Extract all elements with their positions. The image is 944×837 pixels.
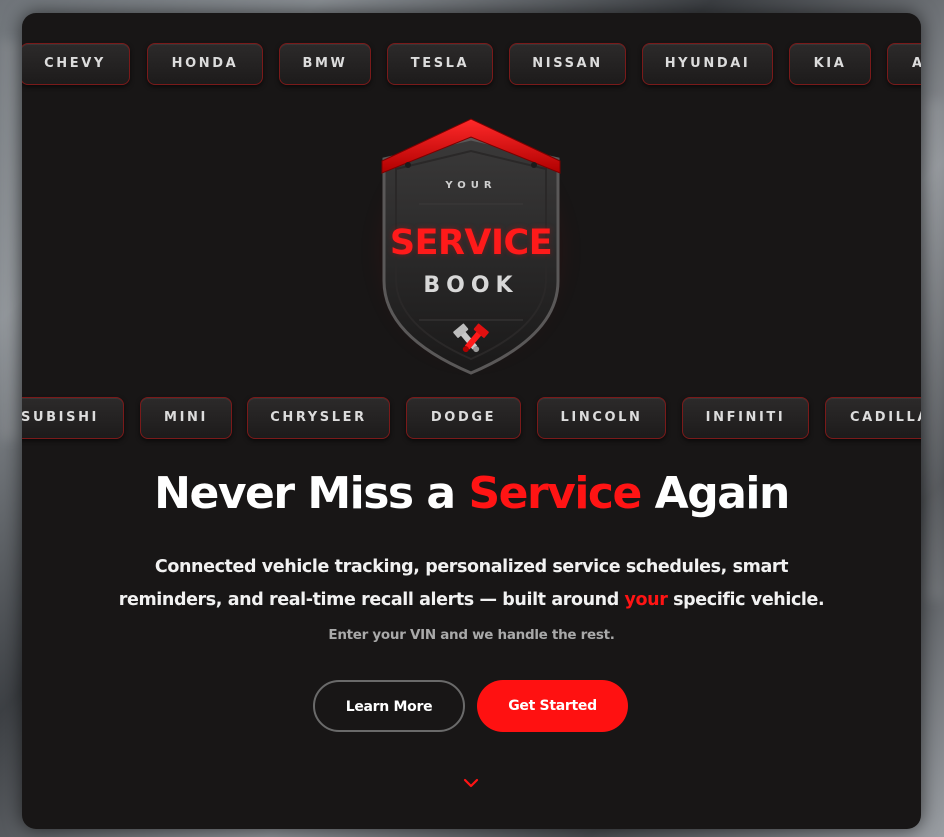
background-blur [0, 40, 20, 440]
headline-pre: Never Miss a [154, 468, 469, 519]
brand-chip-infiniti: INFINITI [682, 397, 809, 439]
brand-chip-partial: A [887, 43, 921, 85]
brand-strip-top: CHEVY HONDA BMW TESLA NISSAN HYUNDAI KIA… [22, 43, 921, 87]
subtitle-line-1: Connected vehicle tracking, personalized… [154, 557, 789, 577]
brand-chip-cadillac: CADILLA [825, 397, 921, 439]
brand-chip-nissan: NISSAN [509, 43, 626, 85]
headline-accent: Service [468, 468, 642, 519]
logo-top-text: YOUR [445, 180, 497, 191]
subtitle-accent: your [624, 590, 668, 610]
headline-post: Again [640, 468, 791, 519]
hero-card: CHEVY HONDA BMW TESLA NISSAN HYUNDAI KIA… [22, 13, 921, 829]
background-blur [925, 100, 944, 600]
brand-chip-hyundai: HYUNDAI [642, 43, 773, 85]
subtitle-line-2-post: specific vehicle. [667, 590, 825, 610]
subtitle-line-2: reminders, and real-time recall alerts —… [82, 584, 861, 617]
get-started-button[interactable]: Get Started [477, 680, 628, 732]
logo-sub-text: BOOK [423, 273, 519, 298]
brand-chip-honda: HONDA [147, 43, 263, 85]
vin-note: Enter your VIN and we handle the rest. [328, 627, 615, 643]
learn-more-button[interactable]: Learn More [313, 680, 465, 732]
brand-chip-kia: KIA [789, 43, 871, 85]
brand-strip-bottom: TSUBISHI MINI CHRYSLER DODGE LINCOLN INF… [22, 397, 921, 441]
hero-headline: Never Miss a Service Again [22, 468, 921, 519]
brand-chip-dodge: DODGE [406, 397, 521, 439]
service-book-logo: YOUR SERVICE BOOK [362, 111, 580, 383]
brand-chip-chevy: CHEVY [22, 43, 130, 85]
subtitle-line-2-pre: reminders, and real-time recall alerts —… [118, 590, 625, 610]
brand-chip-tesla: TESLA [387, 43, 493, 85]
brand-chip-mini: MINI [140, 397, 232, 439]
logo-main-text: SERVICE [389, 223, 553, 263]
hero-subtitle: Connected vehicle tracking, personalized… [82, 551, 861, 617]
brand-chip-chrysler: CHRYSLER [247, 397, 390, 439]
brand-chip-lincoln: LINCOLN [537, 397, 666, 439]
chevron-down-icon[interactable] [462, 777, 480, 789]
brand-chip-mitsubishi: TSUBISHI [22, 397, 124, 439]
brand-chip-bmw: BMW [279, 43, 371, 85]
